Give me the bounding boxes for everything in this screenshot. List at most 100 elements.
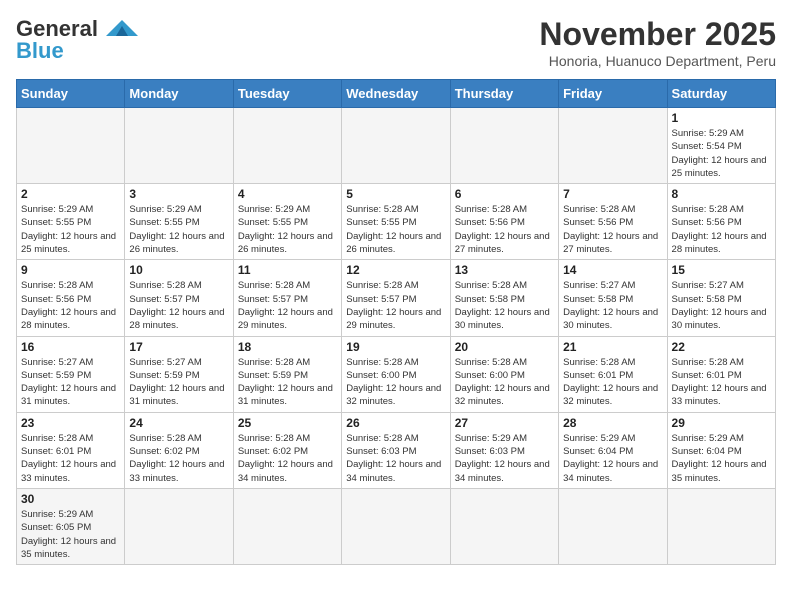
calendar-cell: 1 Sunrise: 5:29 AM Sunset: 5:54 PM Daylig…	[667, 108, 775, 184]
day-number: 23	[21, 416, 120, 430]
logo: General Blue	[16, 16, 142, 64]
day-info: Sunrise: 5:27 AM Sunset: 5:58 PM Dayligh…	[563, 279, 662, 332]
calendar-cell	[559, 488, 667, 564]
day-info: Sunrise: 5:28 AM Sunset: 6:01 PM Dayligh…	[563, 356, 662, 409]
day-number: 2	[21, 187, 120, 201]
day-number: 21	[563, 340, 662, 354]
calendar-cell	[342, 108, 450, 184]
day-info: Sunrise: 5:27 AM Sunset: 5:58 PM Dayligh…	[672, 279, 771, 332]
day-info: Sunrise: 5:29 AM Sunset: 6:04 PM Dayligh…	[672, 432, 771, 485]
calendar-cell	[559, 108, 667, 184]
weekday-header-tuesday: Tuesday	[233, 80, 341, 108]
day-info: Sunrise: 5:28 AM Sunset: 5:57 PM Dayligh…	[129, 279, 228, 332]
weekday-header-thursday: Thursday	[450, 80, 558, 108]
day-number: 1	[672, 111, 771, 125]
calendar-cell: 9Sunrise: 5:28 AM Sunset: 5:56 PM Daylig…	[17, 260, 125, 336]
day-number: 15	[672, 263, 771, 277]
calendar-cell: 18Sunrise: 5:28 AM Sunset: 5:59 PM Dayli…	[233, 336, 341, 412]
calendar-cell: 8 Sunrise: 5:28 AM Sunset: 5:56 PM Daylig…	[667, 184, 775, 260]
calendar-cell: 25 Sunrise: 5:28 AM Sunset: 6:02 PM Dayli…	[233, 412, 341, 488]
calendar-cell: 2 Sunrise: 5:29 AM Sunset: 5:55 PM Daylig…	[17, 184, 125, 260]
day-info: Sunrise: 5:28 AM Sunset: 5:56 PM Dayligh…	[455, 203, 554, 256]
day-info: Sunrise: 5:28 AM Sunset: 5:55 PM Dayligh…	[346, 203, 445, 256]
day-number: 13	[455, 263, 554, 277]
day-number: 22	[672, 340, 771, 354]
day-number: 28	[563, 416, 662, 430]
day-info: Sunrise: 5:29 AM Sunset: 6:03 PM Dayligh…	[455, 432, 554, 485]
day-number: 8	[672, 187, 771, 201]
weekday-header-friday: Friday	[559, 80, 667, 108]
calendar-table: SundayMondayTuesdayWednesdayThursdayFrid…	[16, 79, 776, 565]
calendar-week-row: 23Sunrise: 5:28 AM Sunset: 6:01 PM Dayli…	[17, 412, 776, 488]
day-info: Sunrise: 5:28 AM Sunset: 5:56 PM Dayligh…	[563, 203, 662, 256]
calendar-cell	[233, 108, 341, 184]
day-number: 30	[21, 492, 120, 506]
calendar-week-row: 30 Sunrise: 5:29 AM Sunset: 6:05 PM Dayli…	[17, 488, 776, 564]
day-info: Sunrise: 5:29 AM Sunset: 5:55 PM Dayligh…	[21, 203, 120, 256]
day-info: Sunrise: 5:29 AM Sunset: 6:04 PM Dayligh…	[563, 432, 662, 485]
day-info: Sunrise: 5:29 AM Sunset: 5:55 PM Dayligh…	[238, 203, 337, 256]
weekday-header-wednesday: Wednesday	[342, 80, 450, 108]
calendar-cell: 14 Sunrise: 5:27 AM Sunset: 5:58 PM Dayli…	[559, 260, 667, 336]
calendar-cell: 17 Sunrise: 5:27 AM Sunset: 5:59 PM Dayli…	[125, 336, 233, 412]
day-number: 10	[129, 263, 228, 277]
day-info: Sunrise: 5:29 AM Sunset: 5:55 PM Dayligh…	[129, 203, 228, 256]
calendar-cell	[233, 488, 341, 564]
day-number: 3	[129, 187, 228, 201]
day-number: 9	[21, 263, 120, 277]
day-number: 14	[563, 263, 662, 277]
day-info: Sunrise: 5:29 AM Sunset: 5:54 PM Dayligh…	[672, 127, 771, 180]
day-number: 18	[238, 340, 337, 354]
day-info: Sunrise: 5:28 AM Sunset: 5:57 PM Dayligh…	[346, 279, 445, 332]
calendar-cell: 27Sunrise: 5:29 AM Sunset: 6:03 PM Dayli…	[450, 412, 558, 488]
logo-blue-text: Blue	[16, 38, 64, 64]
calendar-cell	[667, 488, 775, 564]
day-info: Sunrise: 5:29 AM Sunset: 6:05 PM Dayligh…	[21, 508, 120, 561]
calendar-cell: 11Sunrise: 5:28 AM Sunset: 5:57 PM Dayli…	[233, 260, 341, 336]
day-number: 20	[455, 340, 554, 354]
day-info: Sunrise: 5:27 AM Sunset: 5:59 PM Dayligh…	[129, 356, 228, 409]
day-number: 26	[346, 416, 445, 430]
calendar-cell: 24 Sunrise: 5:28 AM Sunset: 6:02 PM Dayli…	[125, 412, 233, 488]
calendar-cell: 30 Sunrise: 5:29 AM Sunset: 6:05 PM Dayli…	[17, 488, 125, 564]
calendar-cell	[342, 488, 450, 564]
calendar-cell: 20Sunrise: 5:28 AM Sunset: 6:00 PM Dayli…	[450, 336, 558, 412]
weekday-header-sunday: Sunday	[17, 80, 125, 108]
calendar-cell: 12 Sunrise: 5:28 AM Sunset: 5:57 PM Dayli…	[342, 260, 450, 336]
calendar-cell: 23Sunrise: 5:28 AM Sunset: 6:01 PM Dayli…	[17, 412, 125, 488]
day-info: Sunrise: 5:28 AM Sunset: 6:02 PM Dayligh…	[129, 432, 228, 485]
day-info: Sunrise: 5:28 AM Sunset: 6:01 PM Dayligh…	[672, 356, 771, 409]
calendar-cell: 10 Sunrise: 5:28 AM Sunset: 5:57 PM Dayli…	[125, 260, 233, 336]
day-number: 24	[129, 416, 228, 430]
header: General Blue November 2025 Honoria, Huan…	[16, 16, 776, 69]
day-number: 16	[21, 340, 120, 354]
day-info: Sunrise: 5:27 AM Sunset: 5:59 PM Dayligh…	[21, 356, 120, 409]
weekday-header-saturday: Saturday	[667, 80, 775, 108]
title-area: November 2025 Honoria, Huanuco Departmen…	[539, 16, 776, 69]
calendar-cell: 21 Sunrise: 5:28 AM Sunset: 6:01 PM Dayli…	[559, 336, 667, 412]
calendar-cell	[450, 488, 558, 564]
calendar-cell: 16 Sunrise: 5:27 AM Sunset: 5:59 PM Dayli…	[17, 336, 125, 412]
calendar-cell: 13 Sunrise: 5:28 AM Sunset: 5:58 PM Dayli…	[450, 260, 558, 336]
calendar-cell: 28 Sunrise: 5:29 AM Sunset: 6:04 PM Dayli…	[559, 412, 667, 488]
day-number: 17	[129, 340, 228, 354]
day-number: 12	[346, 263, 445, 277]
calendar-cell: 6 Sunrise: 5:28 AM Sunset: 5:56 PM Daylig…	[450, 184, 558, 260]
day-info: Sunrise: 5:28 AM Sunset: 5:58 PM Dayligh…	[455, 279, 554, 332]
calendar-cell: 15 Sunrise: 5:27 AM Sunset: 5:58 PM Dayli…	[667, 260, 775, 336]
month-title: November 2025	[539, 16, 776, 53]
calendar-cell: 3 Sunrise: 5:29 AM Sunset: 5:55 PM Daylig…	[125, 184, 233, 260]
calendar-cell	[125, 488, 233, 564]
calendar-week-row: 9Sunrise: 5:28 AM Sunset: 5:56 PM Daylig…	[17, 260, 776, 336]
day-info: Sunrise: 5:28 AM Sunset: 6:02 PM Dayligh…	[238, 432, 337, 485]
calendar-cell	[17, 108, 125, 184]
day-number: 25	[238, 416, 337, 430]
day-number: 4	[238, 187, 337, 201]
day-number: 29	[672, 416, 771, 430]
calendar-week-row: 2 Sunrise: 5:29 AM Sunset: 5:55 PM Daylig…	[17, 184, 776, 260]
calendar-week-row: 1 Sunrise: 5:29 AM Sunset: 5:54 PM Daylig…	[17, 108, 776, 184]
calendar-cell: 22 Sunrise: 5:28 AM Sunset: 6:01 PM Dayli…	[667, 336, 775, 412]
day-number: 19	[346, 340, 445, 354]
day-info: Sunrise: 5:28 AM Sunset: 5:56 PM Dayligh…	[672, 203, 771, 256]
day-number: 6	[455, 187, 554, 201]
